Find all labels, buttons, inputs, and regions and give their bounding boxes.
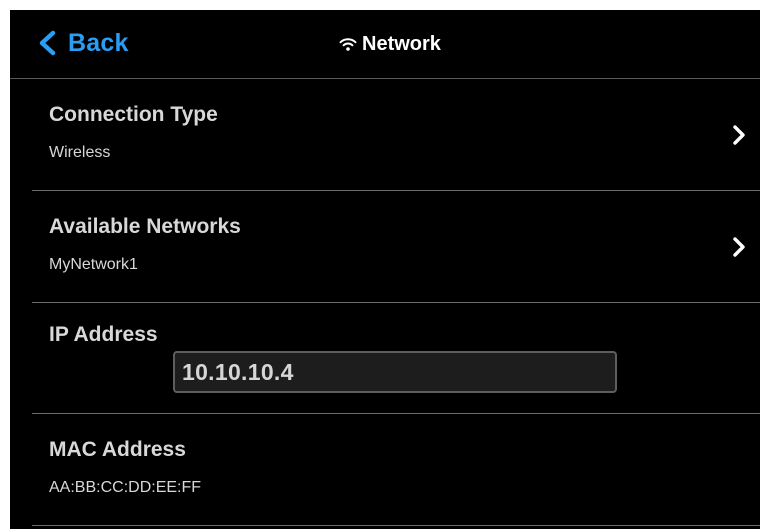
network-settings-screen: Back Network Connection Type Wireless Av… (10, 10, 760, 529)
mac-address-row: MAC Address AA:BB:CC:DD:EE:FF (32, 414, 760, 525)
mac-address-value: AA:BB:CC:DD:EE:FF (49, 479, 202, 496)
connection-type-value: Wireless (49, 144, 111, 161)
chevron-left-icon (39, 30, 56, 56)
back-button[interactable]: Back (36, 26, 129, 60)
available-networks-label: Available Networks (49, 215, 241, 238)
ip-address-field[interactable]: 10.10.10.4 (173, 351, 617, 393)
mac-address-label: MAC Address (49, 438, 186, 461)
back-label: Back (68, 28, 129, 57)
connection-type-row[interactable]: Connection Type Wireless (32, 79, 760, 190)
ip-address-value: 10.10.10.4 (182, 358, 294, 385)
page-title: Network (362, 32, 441, 55)
ip-address-label: IP Address (49, 323, 158, 346)
connection-type-label: Connection Type (49, 103, 218, 126)
chevron-right-icon (733, 237, 745, 257)
header-bar: Back Network (10, 10, 760, 78)
chevron-right-icon (733, 125, 745, 145)
available-networks-value: MyNetwork1 (49, 256, 138, 273)
wifi-icon (339, 38, 357, 51)
page-title-group: Network (338, 30, 441, 58)
divider (32, 525, 760, 526)
available-networks-row[interactable]: Available Networks MyNetwork1 (32, 191, 760, 302)
